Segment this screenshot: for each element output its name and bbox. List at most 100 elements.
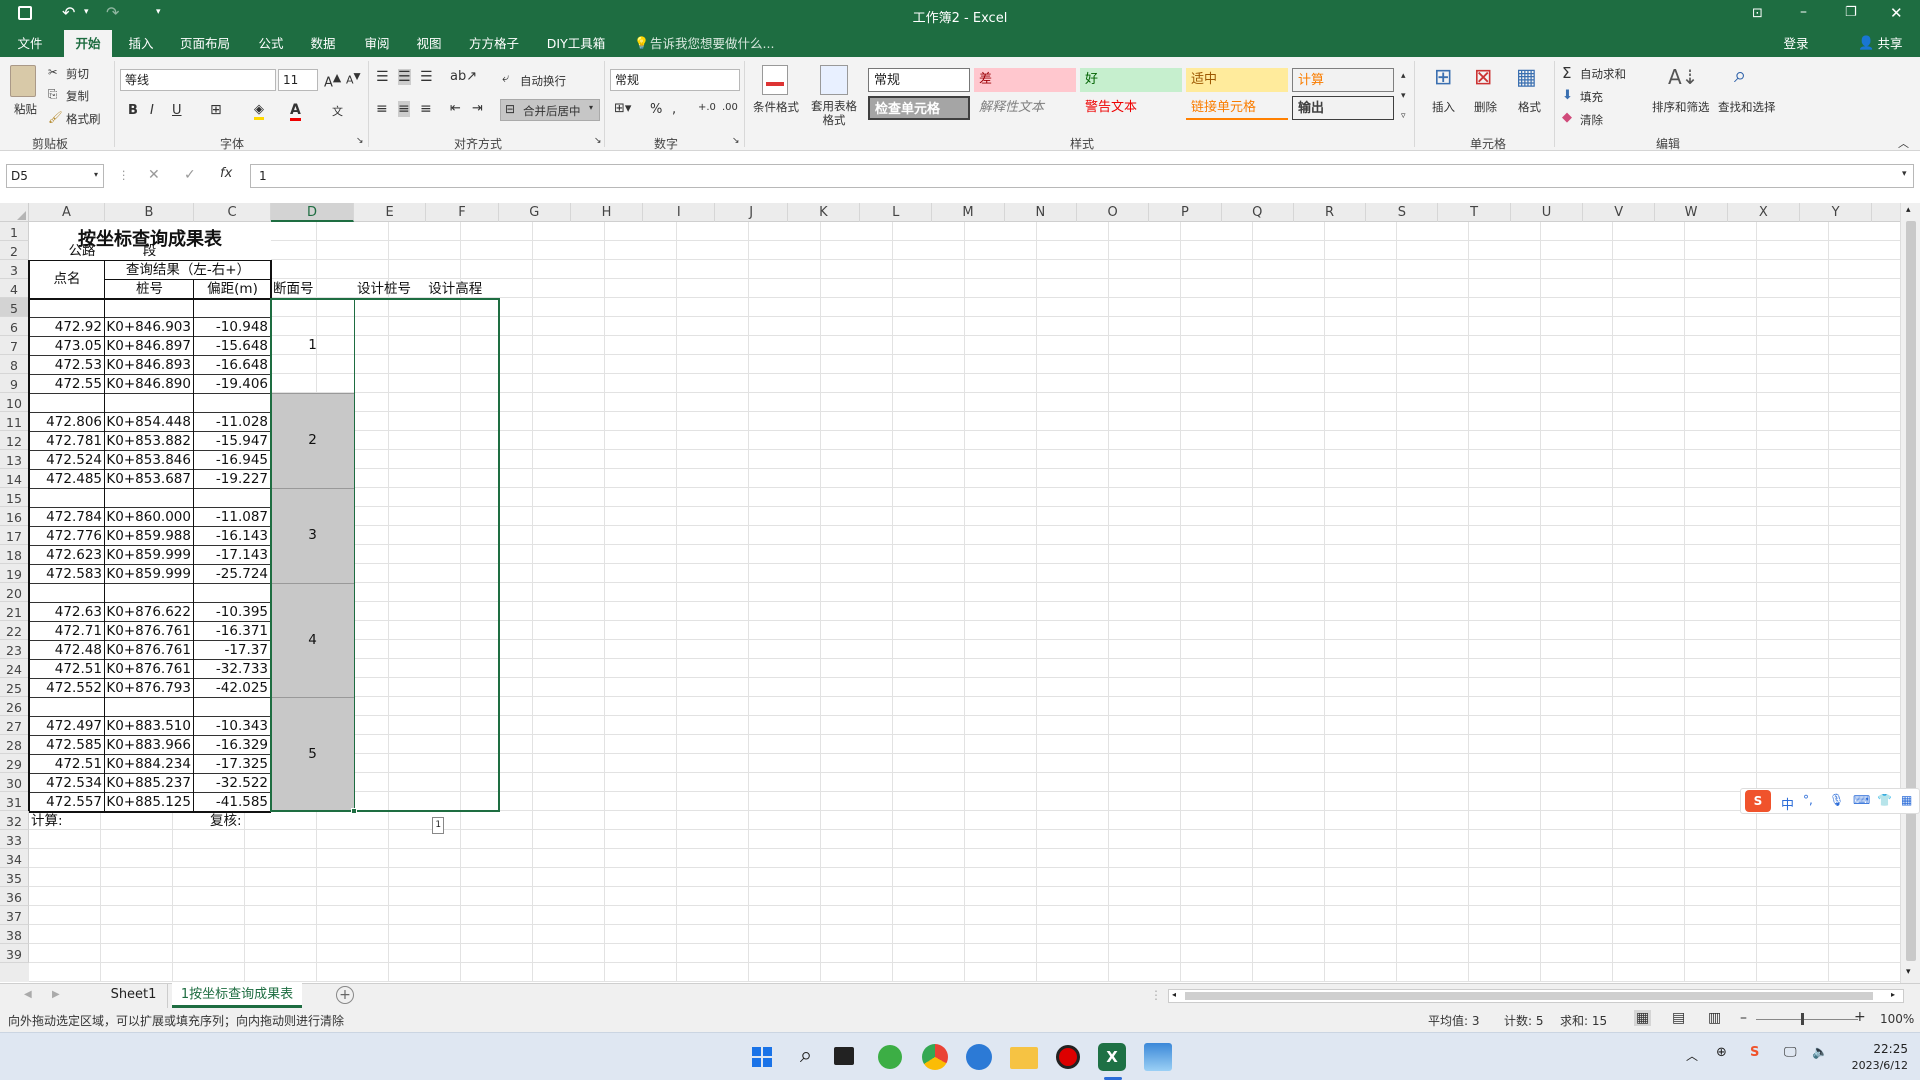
style-calculation[interactable]: 计算 <box>1292 68 1394 92</box>
style-bad[interactable]: 差 <box>974 68 1076 92</box>
pile-cell[interactable]: K0+883.966 <box>105 735 194 754</box>
autosum-button[interactable]: 自动求和 <box>1580 66 1626 82</box>
row-header[interactable]: 18 <box>0 545 29 564</box>
point-name-cell[interactable]: 472.71 <box>29 621 105 640</box>
row-header[interactable]: 1 <box>0 222 29 241</box>
tab-data[interactable]: 数据 <box>302 30 344 57</box>
zoom-in-icon[interactable]: + <box>1854 1009 1866 1025</box>
column-header-w[interactable]: W <box>1655 203 1728 222</box>
style-linked-cell[interactable]: 链接单元格 <box>1186 96 1288 120</box>
pile-cell[interactable]: K0+885.125 <box>105 792 194 811</box>
sheet-next-icon[interactable]: ▶ <box>52 989 60 1000</box>
font-size-select[interactable]: 11 <box>278 69 318 91</box>
fill-handle[interactable] <box>351 808 357 814</box>
offset-cell[interactable]: -16.371 <box>194 621 271 640</box>
point-name-cell[interactable]: 472.534 <box>29 773 105 792</box>
tab-view[interactable]: 视图 <box>408 30 450 57</box>
column-header-u[interactable]: U <box>1511 203 1584 222</box>
point-name-cell[interactable]: 472.806 <box>29 412 105 431</box>
accounting-format-icon[interactable]: ⊞▾ <box>614 101 631 116</box>
style-good[interactable]: 好 <box>1080 68 1182 92</box>
column-header-t[interactable]: T <box>1439 203 1511 222</box>
align-left-icon[interactable]: ≡ <box>376 101 388 117</box>
format-painter-icon[interactable]: 🖌 <box>48 110 63 124</box>
column-header-g[interactable]: G <box>499 203 571 222</box>
number-dialog-launcher-icon[interactable]: ↘ <box>732 136 740 146</box>
offset-cell[interactable]: -16.945 <box>194 450 271 469</box>
row-header[interactable]: 37 <box>0 906 29 925</box>
pile-cell[interactable]: K0+883.510 <box>105 716 194 735</box>
row-header[interactable]: 20 <box>0 583 29 602</box>
cut-icon[interactable]: ✂ <box>48 65 58 79</box>
percent-icon[interactable]: % <box>650 102 662 117</box>
row-header[interactable]: 4 <box>0 279 29 298</box>
find-select-button[interactable]: 查找和选择 <box>1718 99 1776 115</box>
point-name-cell[interactable]: 472.63 <box>29 602 105 621</box>
search-icon[interactable]: ⌕ <box>792 1043 820 1071</box>
row-header[interactable]: 8 <box>0 355 29 374</box>
italic-icon[interactable]: I <box>150 103 154 118</box>
wrap-text-button[interactable]: 自动换行 <box>520 73 566 89</box>
number-format-select[interactable]: 常规 <box>610 69 740 91</box>
row-header[interactable]: 31 <box>0 792 29 811</box>
row-header[interactable]: 39 <box>0 944 29 963</box>
toolbox-icon[interactable]: ▦ <box>1901 793 1912 807</box>
point-name-cell[interactable]: 473.05 <box>29 336 105 355</box>
column-header-e[interactable]: E <box>354 203 427 222</box>
tab-split-handle-icon[interactable]: ⋮ <box>1150 988 1162 1002</box>
row-header[interactable]: 16 <box>0 507 29 526</box>
clock-time[interactable]: 22:25 <box>1852 1042 1908 1056</box>
increase-indent-icon[interactable]: ⇥ <box>472 101 483 116</box>
point-name-cell[interactable]: 472.784 <box>29 507 105 526</box>
file-explorer-icon[interactable] <box>1010 1047 1038 1069</box>
offset-cell[interactable]: -17.37 <box>194 640 271 659</box>
shrink-font-icon[interactable]: A▼ <box>346 71 361 87</box>
format-as-table-button[interactable]: 套用表格格式 <box>806 99 862 127</box>
vertical-scroll-thumb[interactable] <box>1906 221 1916 961</box>
pile-cell[interactable]: K0+859.999 <box>105 545 194 564</box>
row-header[interactable]: 15 <box>0 488 29 507</box>
tab-page-layout[interactable]: 页面布局 <box>174 30 236 57</box>
autosum-icon[interactable]: Σ <box>1562 64 1571 82</box>
increase-decimal-icon[interactable]: +.0 <box>698 102 716 113</box>
skin-icon[interactable]: 👕 <box>1877 793 1892 807</box>
ime-toolbar[interactable]: S 中 °, 🎙 ⌨ 👕 ▦ <box>1740 788 1920 814</box>
paste-icon[interactable] <box>10 65 36 97</box>
row-header[interactable]: 14 <box>0 469 29 488</box>
tab-insert[interactable]: 插入 <box>120 30 162 57</box>
comma-style-icon[interactable]: , <box>672 102 676 117</box>
column-header-f[interactable]: F <box>426 203 499 222</box>
offset-cell[interactable]: -17.325 <box>194 754 271 773</box>
pile-cell[interactable]: K0+876.761 <box>105 621 194 640</box>
column-header-d[interactable]: D <box>271 203 354 222</box>
microphone-icon[interactable]: 🎙 <box>1829 793 1844 807</box>
task-view-icon[interactable] <box>834 1047 854 1065</box>
ime-mode[interactable]: 中 <box>1781 794 1794 813</box>
section-number-cell[interactable]: 1 <box>271 298 354 393</box>
offset-cell[interactable]: -19.406 <box>194 374 271 393</box>
pile-cell[interactable]: K0+846.893 <box>105 355 194 374</box>
select-all-button[interactable] <box>0 203 29 222</box>
point-name-cell[interactable]: 472.623 <box>29 545 105 564</box>
sort-filter-icon[interactable]: A⇣ <box>1668 65 1698 89</box>
row-header[interactable]: 27 <box>0 716 29 735</box>
row-header[interactable]: 30 <box>0 773 29 792</box>
column-header-l[interactable]: L <box>860 203 933 222</box>
sort-filter-button[interactable]: 排序和筛选 <box>1652 99 1710 115</box>
section-number-cell[interactable]: 5 <box>271 697 354 811</box>
scroll-down-icon[interactable]: ▾ <box>1906 967 1911 977</box>
undo-icon[interactable]: ↶ <box>62 3 75 22</box>
enter-icon[interactable]: ✓ <box>184 167 196 183</box>
zoom-level[interactable]: 100% <box>1880 1012 1914 1026</box>
chrome-icon[interactable] <box>922 1044 948 1070</box>
save-icon[interactable] <box>18 6 32 20</box>
column-header-b[interactable]: B <box>105 203 194 222</box>
styles-scroll-up-icon[interactable]: ▴ <box>1401 71 1406 81</box>
fill-color-icon[interactable]: ◈ <box>254 102 264 120</box>
clear-button[interactable]: 清除 <box>1580 112 1603 128</box>
zoom-slider[interactable] <box>1756 1019 1858 1020</box>
offset-cell[interactable]: -17.143 <box>194 545 271 564</box>
scroll-up-icon[interactable]: ▴ <box>1906 205 1911 215</box>
align-center-icon[interactable]: ≡ <box>398 101 410 117</box>
browser-360-icon[interactable] <box>878 1045 902 1069</box>
